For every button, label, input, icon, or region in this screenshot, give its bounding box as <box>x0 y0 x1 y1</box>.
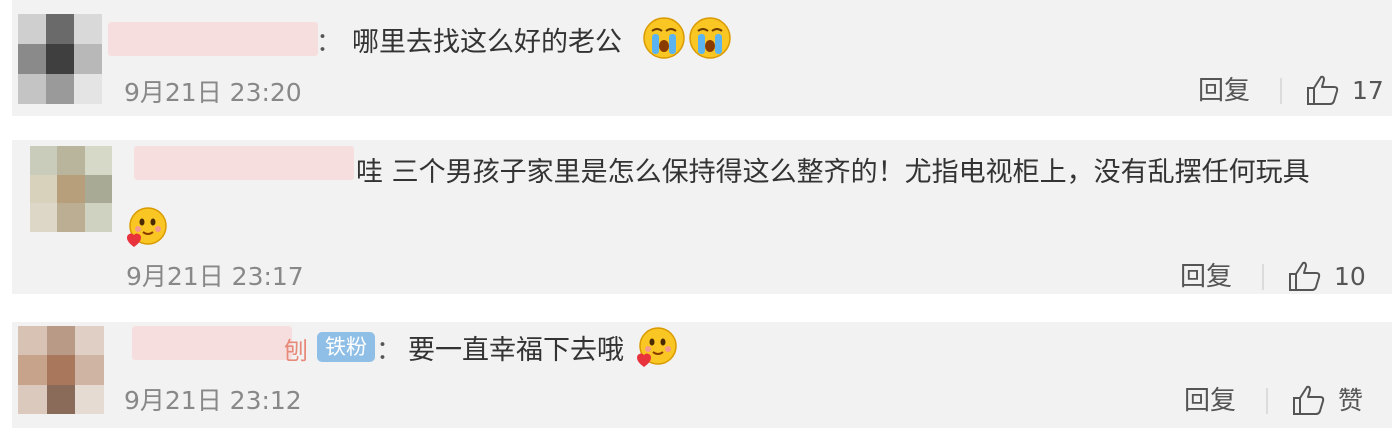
username[interactable] <box>108 22 318 56</box>
comment-text: 哪里去找这么好的老公 <box>352 27 622 58</box>
fan-badge[interactable]: 铁粉 <box>317 332 375 362</box>
comment-card: ： 哪里去找这么好的老公 9月21日 23:20 回复 17 <box>12 0 1392 116</box>
username[interactable] <box>134 146 354 180</box>
avatar[interactable] <box>30 146 112 232</box>
heart-hug-face-emoji <box>126 207 167 247</box>
avatar[interactable] <box>18 326 104 414</box>
like-button-label[interactable]: 赞 <box>1338 386 1363 416</box>
thumbs-up-icon[interactable] <box>1306 74 1340 106</box>
thumbs-up-icon[interactable] <box>1292 384 1326 416</box>
username-fragment[interactable]: 刨 <box>284 336 308 366</box>
timestamp: 9月21日 23:17 <box>126 262 304 291</box>
reply-button[interactable]: 回复 <box>1184 386 1236 416</box>
comment-card: 刨 铁粉 ： 要一直幸福下去哦 9月21日 23:12 回复 赞 <box>12 322 1392 428</box>
comment-text: 哇 三个男孩子家里是怎么保持得这么整齐的！尤指电视柜上，没有乱摆任何玩具 <box>356 157 1310 188</box>
avatar[interactable] <box>18 14 102 104</box>
action-divider <box>1280 78 1282 104</box>
like-count: 10 <box>1334 262 1366 291</box>
timestamp: 9月21日 23:20 <box>124 78 302 107</box>
timestamp: 9月21日 23:12 <box>124 386 302 415</box>
heart-hug-face-emoji <box>636 327 677 367</box>
name-colon: ： <box>316 28 343 58</box>
like-count: 17 <box>1352 76 1384 105</box>
reply-button[interactable]: 回复 <box>1180 262 1232 292</box>
thumbs-up-icon[interactable] <box>1288 260 1322 292</box>
action-divider <box>1266 388 1268 414</box>
action-divider <box>1262 264 1264 290</box>
crying-face-emoji <box>643 17 685 59</box>
username[interactable] <box>132 326 292 360</box>
comment-card: 哇 三个男孩子家里是怎么保持得这么整齐的！尤指电视柜上，没有乱摆任何玩具 9月2… <box>12 140 1392 294</box>
name-colon: ： <box>376 336 403 366</box>
crying-face-emoji <box>689 17 731 59</box>
reply-button[interactable]: 回复 <box>1198 76 1250 106</box>
comment-text: 要一直幸福下去哦 <box>408 335 624 366</box>
